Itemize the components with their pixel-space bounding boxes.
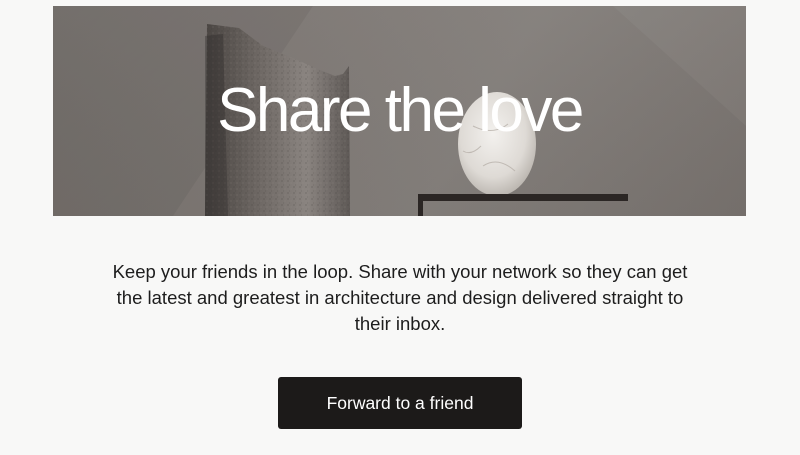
forward-to-friend-button[interactable]: Forward to a friend [278,377,522,429]
hero-banner: Share the love [53,6,746,216]
shelf [418,194,628,201]
hero-title: Share the love [217,76,584,145]
email-page: Share the love Keep your friends in the … [0,0,800,455]
share-description: Keep your friends in the loop. Share wit… [112,261,688,334]
